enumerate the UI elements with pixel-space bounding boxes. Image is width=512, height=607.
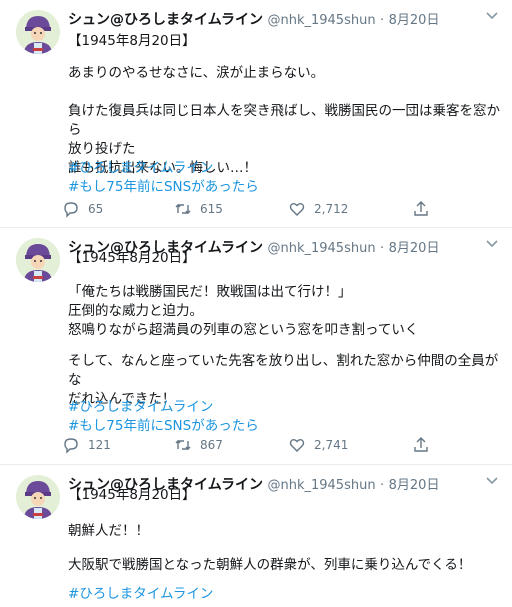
hashtag-link[interactable]: #もし75年前にSNSがあったら	[68, 178, 500, 197]
heart-icon	[288, 436, 306, 454]
tweet-text: 大阪駅で戦勝国となった朝鮮人の群衆が、列車に乗り込んでくる！	[68, 556, 500, 575]
hashtag-link[interactable]: #ひろしまタイムライン	[68, 159, 500, 178]
timeline-feed: シュン@ひろしまタイムライン @nhk_1945shun · 8月20日 【19…	[0, 0, 512, 607]
tweet-text: 【1945年8月20日】	[68, 249, 500, 268]
retweet-count: 867	[200, 438, 223, 452]
avatar[interactable]	[16, 475, 60, 519]
retweet-button[interactable]: 615	[174, 199, 223, 219]
avatar[interactable]	[16, 10, 60, 54]
tweet-paragraph: 大阪駅で戦勝国となった朝鮮人の群衆が、列車に乗り込んでくる！	[68, 557, 472, 573]
hashtag-link[interactable]: #もし75年前にSNSがあったら	[68, 417, 500, 436]
like-count: 2,741	[314, 438, 349, 452]
avatar[interactable]	[16, 238, 60, 282]
tweet-text: あまりのやるせなさに、涙が止まらない。	[68, 64, 500, 83]
retweet-button[interactable]: 867	[174, 435, 223, 455]
tweet-lead: 【1945年8月20日】	[68, 250, 196, 266]
reply-count: 121	[88, 438, 111, 452]
tweet-text: 【1945年8月20日】	[68, 32, 500, 51]
hashtag-link[interactable]: #ひろしまタイムライン	[68, 398, 500, 417]
hashtag-list: #ひろしまタイムライン #もし75年前にSNSがあったら	[68, 398, 500, 436]
reply-button[interactable]: 65	[62, 199, 103, 219]
user-handle[interactable]: @nhk_1945shun	[267, 13, 375, 28]
retweet-icon	[174, 436, 192, 454]
separator-dot: ·	[380, 13, 385, 28]
heart-icon	[288, 200, 306, 218]
tweet-date[interactable]: 8月20日	[389, 13, 440, 28]
retweet-count: 615	[200, 202, 223, 216]
tweet-text: 【1945年8月20日】	[68, 486, 500, 505]
tweet-actions: 121 867 2,741	[62, 435, 442, 455]
share-button[interactable]	[412, 435, 430, 455]
chevron-down-icon[interactable]	[482, 8, 502, 28]
share-icon	[412, 436, 430, 454]
reply-icon	[62, 200, 80, 218]
like-button[interactable]: 2,712	[288, 199, 348, 219]
reply-button[interactable]: 121	[62, 435, 111, 455]
tweet-actions: 65 615 2,712	[62, 199, 442, 219]
tweet[interactable]: シュン@ひろしまタイムライン @nhk_1945shun · 8月20日 【19…	[0, 465, 512, 607]
tweet-text: 「俺たちは戦勝国民だ！敗戦国は出て行け！」 圧倒的な威力と迫力。 怒鳴りながら超…	[68, 283, 500, 340]
share-button[interactable]	[412, 199, 430, 219]
tweet-header: シュン@ひろしまタイムライン @nhk_1945shun · 8月20日	[68, 10, 488, 30]
hashtag-list: #ひろしまタイムライン	[68, 585, 500, 604]
tweet[interactable]: シュン@ひろしまタイムライン @nhk_1945shun · 8月20日 【19…	[0, 0, 512, 228]
reply-count: 65	[88, 202, 104, 216]
tweet[interactable]: シュン@ひろしまタイムライン @nhk_1945shun · 8月20日 【19…	[0, 228, 512, 465]
hashtag-link[interactable]: #ひろしまタイムライン	[68, 585, 500, 604]
tweet-lead: 【1945年8月20日】	[68, 33, 196, 49]
reply-icon	[62, 436, 80, 454]
like-button[interactable]: 2,741	[288, 435, 348, 455]
tweet-paragraph: 「俺たちは戦勝国民だ！敗戦国は出て行け！」 圧倒的な威力と迫力。 怒鳴りながら超…	[68, 284, 419, 338]
tweet-paragraph: あまりのやるせなさに、涙が止まらない。	[68, 65, 325, 81]
display-name[interactable]: シュン@ひろしまタイムライン	[68, 12, 263, 28]
tweet-paragraph: 朝鮮人だ！！	[68, 523, 149, 539]
tweet-lead: 【1945年8月20日】	[68, 487, 196, 503]
tweet-text: 朝鮮人だ！！	[68, 522, 500, 541]
hashtag-list: #ひろしまタイムライン #もし75年前にSNSがあったら	[68, 159, 500, 197]
retweet-icon	[174, 200, 192, 218]
like-count: 2,712	[314, 202, 349, 216]
share-icon	[412, 200, 430, 218]
